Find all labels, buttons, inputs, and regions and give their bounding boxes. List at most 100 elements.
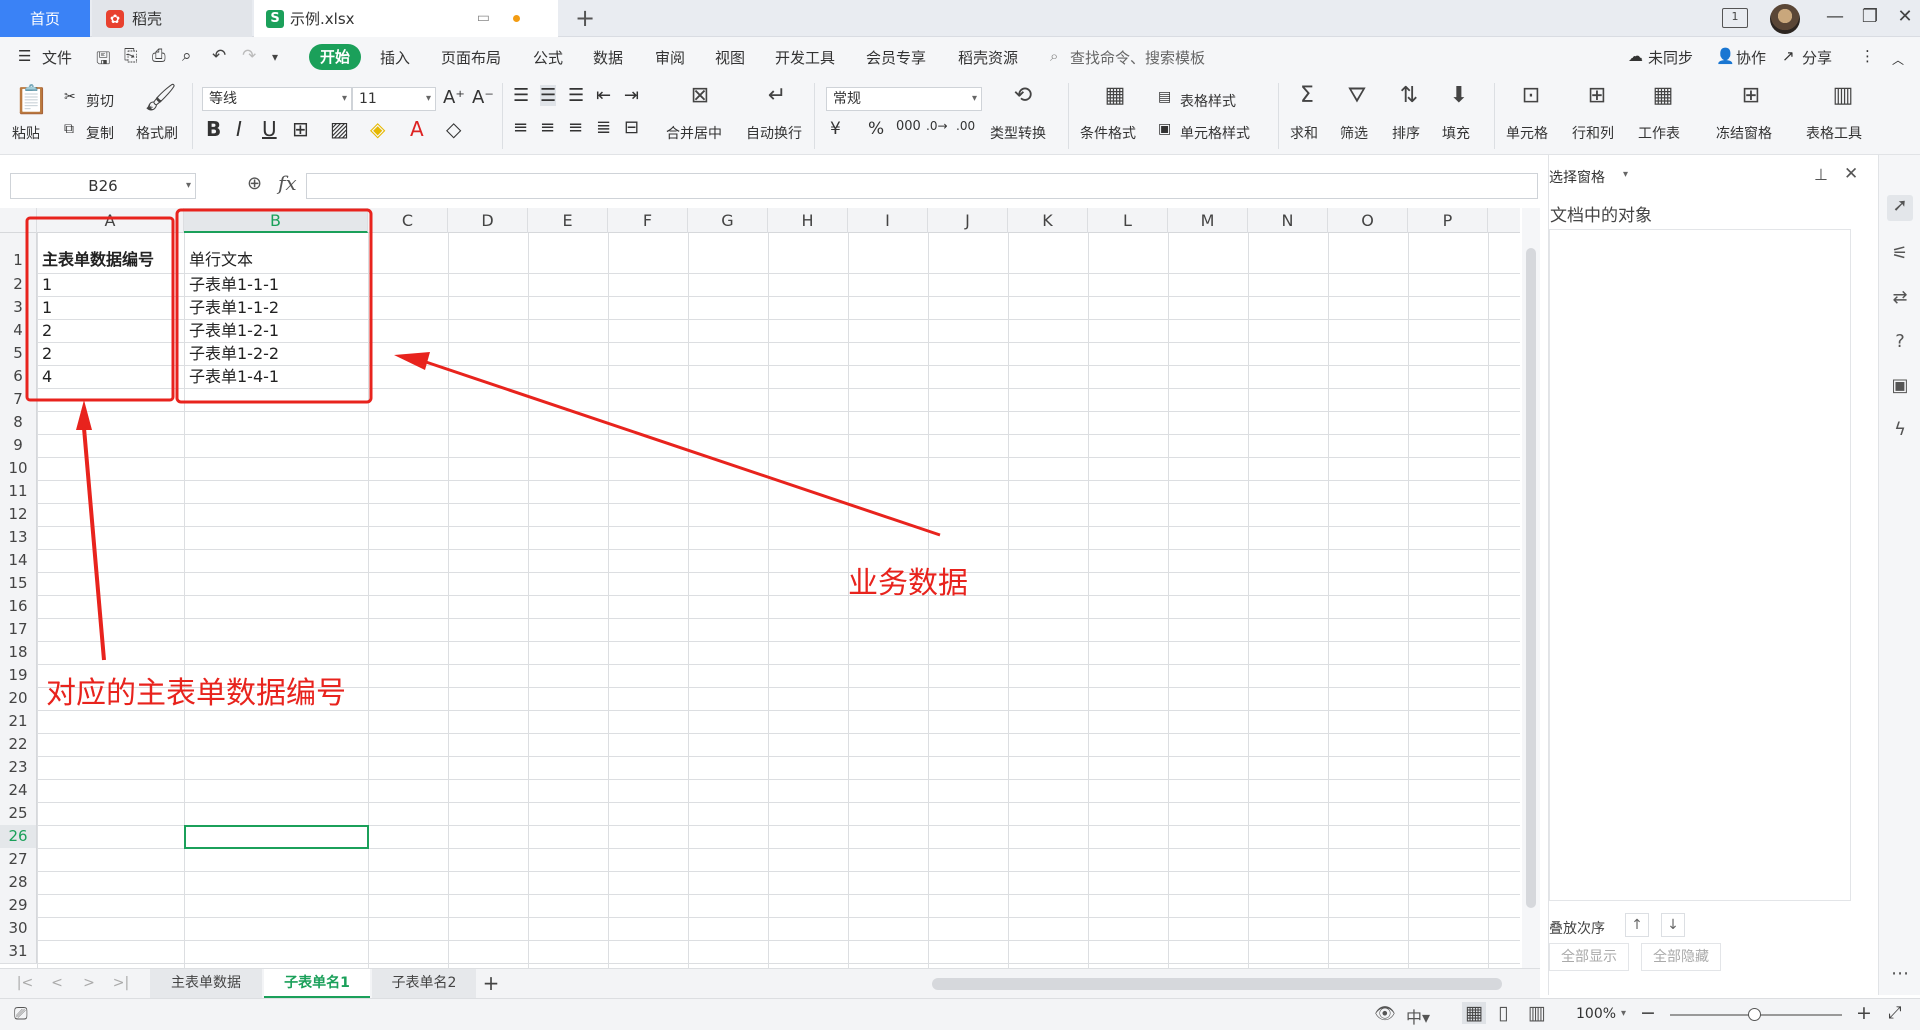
minimize-icon[interactable]: — bbox=[1820, 6, 1850, 27]
undo-icon[interactable]: ↶ bbox=[212, 46, 226, 66]
cell-b2[interactable]: 子表单1-1-1 bbox=[189, 273, 279, 296]
collab-button[interactable]: 协作 bbox=[1736, 47, 1766, 68]
row-header-16[interactable]: 16 bbox=[0, 595, 37, 618]
sum-icon[interactable]: Σ bbox=[1290, 83, 1324, 108]
column-header-f[interactable]: F bbox=[608, 208, 688, 233]
input-method-icon[interactable]: 中▾ bbox=[1406, 1004, 1430, 1028]
column-header-j[interactable]: J bbox=[928, 208, 1008, 233]
column-header-p[interactable]: P bbox=[1408, 208, 1488, 233]
indent-decrease-icon[interactable]: ⇤ bbox=[596, 85, 611, 106]
fullscreen-icon[interactable]: ⤢ bbox=[1888, 1003, 1902, 1023]
currency-icon[interactable]: ¥ bbox=[830, 119, 841, 139]
decrease-decimal-icon[interactable]: .00 bbox=[956, 119, 975, 133]
share-icon[interactable]: ↗ bbox=[1782, 47, 1795, 65]
cell-b3[interactable]: 子表单1-1-2 bbox=[189, 296, 279, 319]
increase-font-icon[interactable]: A⁺ bbox=[443, 87, 465, 108]
cell-b1[interactable]: 单行文本 bbox=[189, 233, 253, 273]
row-header-24[interactable]: 24 bbox=[0, 779, 37, 802]
menu-formula[interactable]: 公式 bbox=[533, 47, 563, 68]
row-header-12[interactable]: 12 bbox=[0, 503, 37, 526]
cut-button[interactable]: 剪切 bbox=[86, 91, 114, 111]
wrap-text-icon[interactable]: ↵ bbox=[760, 83, 794, 108]
quick-access-dropdown-icon[interactable]: ▾ bbox=[272, 50, 278, 64]
increase-decimal-icon[interactable]: .0→ bbox=[926, 119, 948, 133]
cell-a4[interactable]: 2 bbox=[42, 319, 52, 342]
zoom-level[interactable]: 100% bbox=[1576, 1006, 1616, 1022]
image-settings-icon[interactable]: ▣ bbox=[1887, 375, 1913, 401]
copy-icon[interactable]: ⧉ bbox=[64, 121, 74, 137]
row-header-13[interactable]: 13 bbox=[0, 526, 37, 549]
tab-home[interactable]: 首页 bbox=[0, 0, 90, 37]
row-header-1[interactable]: 1 bbox=[0, 233, 37, 273]
column-header-d[interactable]: D bbox=[448, 208, 528, 233]
row-header-18[interactable]: 18 bbox=[0, 641, 37, 664]
sheet-tab-sub2[interactable]: 子表单名2 bbox=[372, 969, 476, 998]
filter-button[interactable]: 筛选 bbox=[1340, 123, 1368, 143]
cell-a1[interactable]: 主表单数据编号 bbox=[42, 233, 154, 273]
macro-record-icon[interactable]: ⎚ bbox=[14, 1004, 28, 1024]
row-header-2[interactable]: 2 bbox=[0, 273, 37, 296]
worksheet-icon[interactable]: ▦ bbox=[1646, 83, 1680, 108]
row-header-15[interactable]: 15 bbox=[0, 572, 37, 595]
row-header-3[interactable]: 3 bbox=[0, 296, 37, 319]
menu-page-layout[interactable]: 页面布局 bbox=[441, 47, 501, 68]
preview-icon[interactable]: ⌕ bbox=[182, 46, 192, 66]
row-header-22[interactable]: 22 bbox=[0, 733, 37, 756]
align-bottom-icon[interactable]: ☰ bbox=[568, 85, 584, 106]
fx-icon[interactable]: fx bbox=[278, 171, 297, 195]
border-icon[interactable]: ⊞ bbox=[292, 117, 309, 141]
merge-center-button[interactable]: 合并居中 bbox=[666, 123, 722, 143]
select-cursor-icon[interactable]: ➚ bbox=[1887, 195, 1913, 221]
table-tools-button[interactable]: 表格工具 bbox=[1806, 123, 1862, 143]
row-header-19[interactable]: 19 bbox=[0, 664, 37, 687]
page-break-view-icon[interactable]: ▥ bbox=[1528, 1002, 1546, 1024]
menu-view[interactable]: 视图 bbox=[715, 47, 745, 68]
sort-button[interactable]: 排序 bbox=[1392, 123, 1420, 143]
pin-icon[interactable]: ⊥ bbox=[1814, 165, 1828, 184]
row-header-27[interactable]: 27 bbox=[0, 848, 37, 871]
new-tab-button[interactable]: + bbox=[570, 4, 600, 34]
align-left-icon[interactable]: ≡ bbox=[513, 117, 528, 138]
export-pdf-icon[interactable]: ⎘ bbox=[124, 46, 138, 66]
transfer-icon[interactable]: ⇄ bbox=[1887, 287, 1913, 313]
lightning-icon[interactable]: ϟ bbox=[1887, 419, 1913, 445]
sheet-tab-main[interactable]: 主表单数据 bbox=[150, 969, 262, 998]
table-style-button[interactable]: 表格样式 bbox=[1180, 91, 1236, 111]
font-color-icon[interactable]: A bbox=[410, 117, 424, 141]
send-backward-icon[interactable]: ↓ bbox=[1661, 913, 1685, 937]
menu-data[interactable]: 数据 bbox=[593, 47, 623, 68]
tab-daoke[interactable]: ✿ 稻壳 bbox=[92, 0, 252, 37]
menu-daoke-resources[interactable]: 稻壳资源 bbox=[958, 47, 1018, 68]
indent-increase-icon[interactable]: ⇥ bbox=[624, 85, 639, 106]
print-icon[interactable]: ⎙ bbox=[152, 46, 166, 66]
vertical-scrollbar[interactable] bbox=[1522, 208, 1540, 968]
cell-a2[interactable]: 1 bbox=[42, 273, 52, 296]
row-header-11[interactable]: 11 bbox=[0, 480, 37, 503]
merge-center-icon[interactable]: ⊠ bbox=[683, 83, 717, 108]
normal-view-icon[interactable]: ▦ bbox=[1462, 1002, 1486, 1024]
justify-icon[interactable]: ≣ bbox=[596, 117, 611, 138]
column-header-o[interactable]: O bbox=[1328, 208, 1408, 233]
command-search-input[interactable]: 查找命令、搜索模板 bbox=[1070, 47, 1205, 68]
fill-color-icon[interactable]: ◈ bbox=[370, 117, 385, 141]
row-header-29[interactable]: 29 bbox=[0, 894, 37, 917]
cell-icon[interactable]: ⊡ bbox=[1514, 83, 1548, 108]
column-header-n[interactable]: N bbox=[1248, 208, 1328, 233]
font-name-select[interactable]: 等线 ▾ bbox=[202, 87, 352, 111]
copy-button[interactable]: 复制 bbox=[86, 123, 114, 143]
align-top-icon[interactable]: ☰ bbox=[513, 85, 529, 106]
table-tools-icon[interactable]: ▥ bbox=[1826, 83, 1860, 108]
horizontal-scrollbar[interactable] bbox=[932, 978, 1502, 990]
column-header-i[interactable]: I bbox=[848, 208, 928, 233]
monitor-icon[interactable]: ▭ bbox=[477, 10, 490, 26]
prev-sheet-icon[interactable]: < bbox=[46, 969, 68, 998]
select-all-corner[interactable] bbox=[0, 208, 37, 233]
row-header-30[interactable]: 30 bbox=[0, 917, 37, 940]
first-sheet-icon[interactable]: |< bbox=[14, 969, 36, 998]
font-size-select[interactable]: 11 ▾ bbox=[352, 87, 436, 111]
more-icon[interactable]: ⋮ bbox=[1860, 47, 1875, 65]
cloud-sync-icon[interactable]: ☁ bbox=[1628, 47, 1643, 65]
row-header-7[interactable]: 7 bbox=[0, 388, 37, 411]
avatar[interactable] bbox=[1770, 4, 1800, 34]
adjust-icon[interactable]: ⚟ bbox=[1887, 243, 1913, 269]
